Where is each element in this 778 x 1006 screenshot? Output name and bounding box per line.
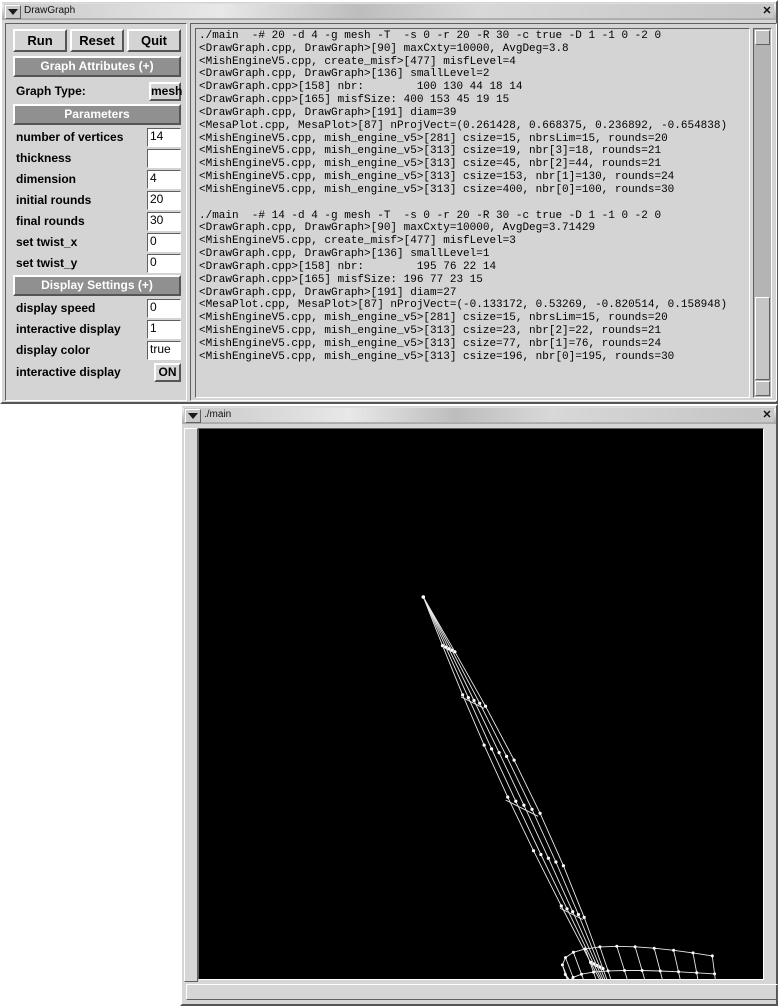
scrollbar-thumb[interactable]: [755, 297, 770, 380]
render-left-gutter: [184, 428, 198, 982]
row-final-rounds: final rounds 30: [13, 211, 181, 232]
triangle-down-icon: [758, 385, 768, 393]
number-of-vertices-label: number of vertices: [16, 130, 124, 144]
drawgraph-titlebar: DrawGraph ✕: [2, 2, 776, 20]
control-panel: Run Reset Quit Graph Attributes (+) Grap…: [5, 23, 187, 401]
close-icon[interactable]: ✕: [761, 5, 773, 17]
canvas-background: [199, 429, 763, 979]
row-interactive-display-toggle: interactive display ON: [13, 362, 181, 383]
dimension-input[interactable]: 4: [147, 170, 181, 189]
section-display-settings[interactable]: Display Settings (+): [13, 275, 181, 296]
graph-type-value[interactable]: mesh: [149, 82, 182, 101]
chevron-down-icon: [188, 413, 198, 419]
row-number-of-vertices: number of vertices 14: [13, 127, 181, 148]
console-text: ./main -# 20 -d 4 -g mesh -T -s 0 -r 20 …: [199, 30, 728, 363]
set-twist-y-input[interactable]: 0: [147, 254, 181, 273]
scroll-up-arrow-icon[interactable]: [755, 30, 770, 45]
row-dimension: dimension 4: [13, 169, 181, 190]
render-titlebar: ./main ✕: [182, 406, 776, 424]
final-rounds-label: final rounds: [16, 214, 85, 228]
mesh-render-canvas[interactable]: [198, 428, 764, 980]
render-window-menu-button[interactable]: [185, 409, 201, 423]
number-of-vertices-input[interactable]: 14: [147, 128, 181, 147]
dimension-label: dimension: [16, 172, 77, 186]
reset-button[interactable]: Reset: [70, 29, 124, 52]
initial-rounds-input[interactable]: 20: [147, 191, 181, 210]
display-speed-label: display speed: [16, 301, 96, 315]
row-initial-rounds: initial rounds 20: [13, 190, 181, 211]
interactive-display-label: interactive display: [16, 322, 121, 336]
row-display-speed: display speed 0: [13, 298, 181, 319]
chevron-down-icon: [8, 9, 18, 15]
display-color-input[interactable]: true: [147, 341, 181, 360]
section-parameters[interactable]: Parameters: [13, 104, 181, 125]
set-twist-y-label: set twist_y: [16, 256, 78, 270]
row-interactive-display-value: interactive display 1: [13, 319, 181, 340]
thickness-label: thickness: [16, 151, 72, 165]
row-thickness: thickness: [13, 148, 181, 169]
triangle-up-icon: [758, 34, 768, 42]
render-window: ./main ✕: [180, 404, 778, 1006]
set-twist-x-input[interactable]: 0: [147, 233, 181, 252]
graph-type-label: Graph Type:: [16, 84, 86, 98]
scroll-down-arrow-icon[interactable]: [755, 381, 770, 396]
row-display-color: display color true: [13, 340, 181, 361]
row-set-twist-x: set twist_x 0: [13, 232, 181, 253]
final-rounds-input[interactable]: 30: [147, 212, 181, 231]
console-output-area[interactable]: ./main -# 20 -d 4 -g mesh -T -s 0 -r 20 …: [195, 28, 750, 398]
interactive-display-input[interactable]: 1: [147, 320, 181, 339]
render-bottom-gutter: [186, 984, 778, 1000]
display-color-label: display color: [16, 343, 91, 357]
drawgraph-window: DrawGraph ✕ Run Reset Quit Graph Attribu…: [0, 0, 778, 404]
display-speed-input[interactable]: 0: [147, 299, 181, 318]
drawgraph-window-title: DrawGraph: [24, 5, 76, 16]
interactive-display-toggle-label: interactive display: [16, 365, 121, 379]
set-twist-x-label: set twist_x: [16, 235, 78, 249]
run-button[interactable]: Run: [13, 29, 67, 52]
console-vertical-scrollbar[interactable]: [753, 28, 772, 398]
interactive-display-toggle[interactable]: ON: [154, 363, 181, 382]
render-titlebar-gradient: [184, 408, 774, 422]
render-window-title: ./main: [204, 409, 232, 420]
quit-button[interactable]: Quit: [127, 29, 181, 52]
thickness-input[interactable]: [147, 149, 181, 168]
titlebar-gradient: [4, 4, 774, 18]
mesh-graph-svg: [199, 429, 763, 979]
initial-rounds-label: initial rounds: [16, 193, 92, 207]
window-menu-button[interactable]: [5, 5, 21, 19]
row-graph-type: Graph Type: mesh: [13, 81, 182, 102]
close-icon[interactable]: ✕: [761, 409, 773, 421]
action-button-row: Run Reset Quit: [13, 29, 181, 52]
section-graph-attributes[interactable]: Graph Attributes (+): [13, 56, 181, 77]
console-frame: ./main -# 20 -d 4 -g mesh -T -s 0 -r 20 …: [190, 23, 777, 401]
row-set-twist-y: set twist_y 0: [13, 253, 181, 274]
